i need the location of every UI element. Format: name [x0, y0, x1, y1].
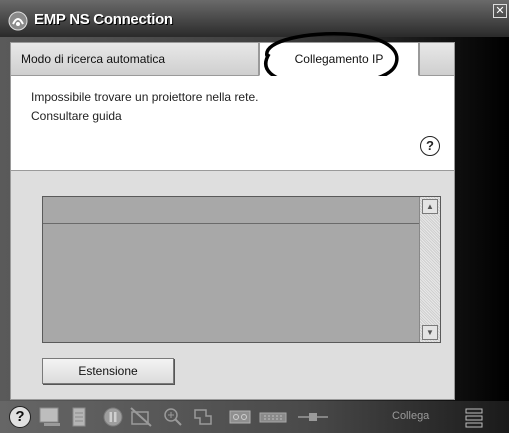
message-panel: Impossibile trovare un proiettore nella …: [10, 76, 455, 170]
error-message: Impossibile trovare un proiettore nella …: [31, 90, 259, 104]
list-header: [43, 197, 419, 224]
tool-icon[interactable]: [192, 406, 218, 428]
scroll-down-arrow-icon[interactable]: ▼: [422, 325, 438, 340]
document-icon[interactable]: [70, 406, 88, 428]
help-icon[interactable]: ?: [9, 406, 31, 428]
no-image-icon[interactable]: [129, 406, 153, 428]
consult-guide-text: Consultare guida: [31, 109, 122, 123]
display-icon[interactable]: [38, 406, 64, 428]
connector-icon[interactable]: [296, 406, 330, 428]
projector-list[interactable]: ▲ ▼: [42, 196, 441, 343]
app-icon: [8, 11, 28, 31]
window-title: EMP NS Connection: [34, 11, 173, 28]
keyboard-icon[interactable]: [258, 406, 288, 428]
extension-button[interactable]: Estensione: [42, 358, 174, 384]
tab-auto-search[interactable]: Modo di ricerca automatica: [10, 42, 259, 76]
close-button[interactable]: ✕: [493, 4, 507, 18]
emp-ns-connection-window: EMP NS Connection ✕ Modo di ricerca auto…: [0, 0, 509, 433]
tab-strip: Modo di ricerca automatica Collegamento …: [10, 42, 455, 76]
tab-empty: [419, 42, 455, 76]
projector-list-panel: ▲ ▼ Estensione: [10, 170, 455, 400]
zoom-icon[interactable]: [162, 406, 184, 428]
scroll-up-arrow-icon[interactable]: ▲: [422, 199, 438, 214]
tab-ip-connection[interactable]: Collegamento IP: [259, 42, 419, 76]
menu-icon[interactable]: [465, 408, 483, 428]
bottom-toolbar: ? Collega: [0, 401, 509, 433]
vertical-scrollbar[interactable]: ▲ ▼: [419, 197, 440, 342]
help-icon[interactable]: ?: [420, 136, 440, 156]
connect-label[interactable]: Collega: [392, 410, 429, 422]
pause-icon[interactable]: [102, 406, 124, 428]
title-bar[interactable]: EMP NS Connection ✕: [0, 0, 509, 37]
tape-icon[interactable]: [228, 406, 252, 428]
